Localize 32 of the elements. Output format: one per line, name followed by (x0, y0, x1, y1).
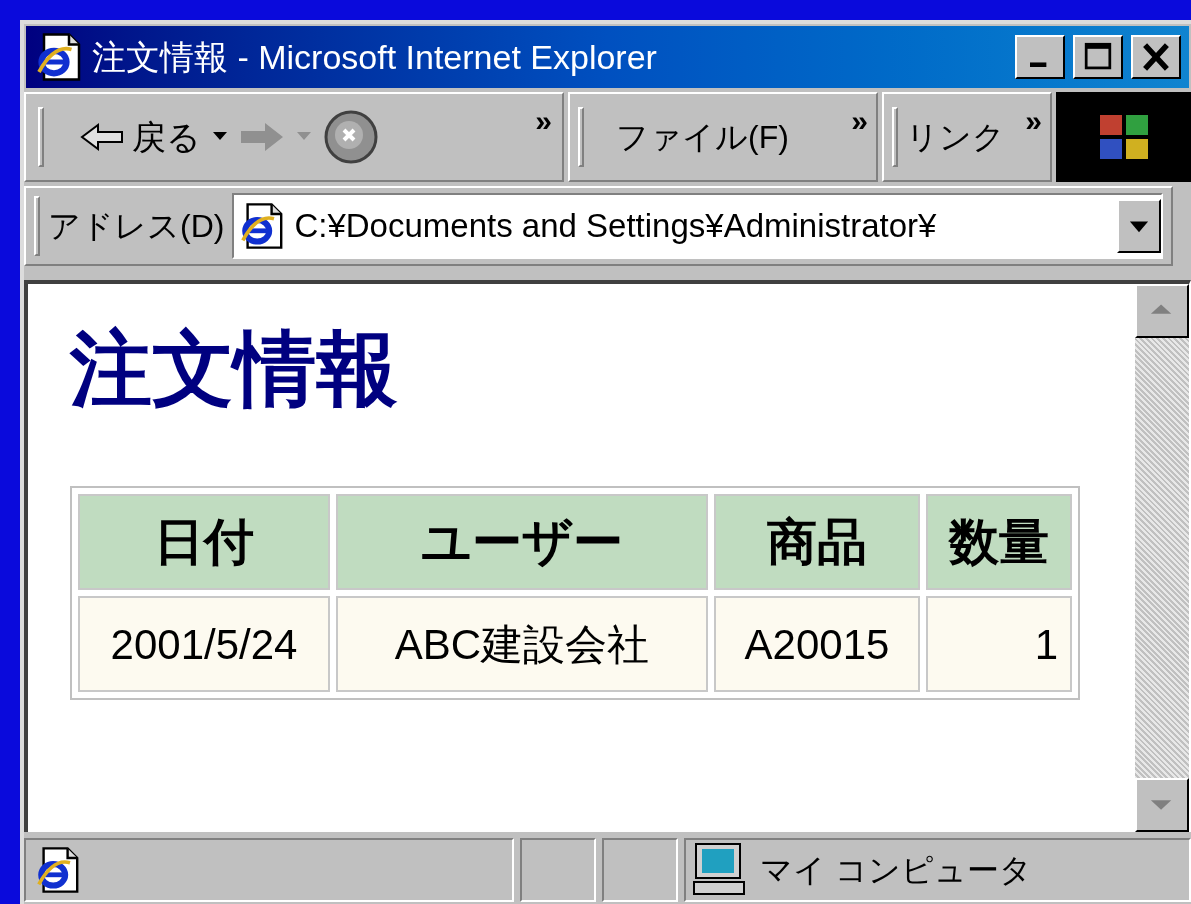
chevron[interactable]: » (535, 98, 552, 143)
chevron[interactable]: » (851, 98, 868, 143)
table-cell: A20015 (714, 596, 920, 692)
stop-icon (323, 109, 379, 165)
minimize-icon[interactable] (1015, 35, 1065, 79)
back-arrow-icon (80, 122, 124, 152)
scrollbar[interactable] (1135, 284, 1189, 832)
scroll-up-icon[interactable] (1135, 284, 1189, 338)
address-field[interactable]: C:¥Documents and Settings¥Administrator¥ (232, 193, 1163, 259)
maximize-icon[interactable] (1073, 35, 1123, 79)
file-menu[interactable]: ファイル(F) (616, 113, 789, 161)
dropdown-caret-icon[interactable] (213, 132, 227, 142)
links-label[interactable]: リンク (906, 113, 1005, 161)
dropdown-caret-icon (297, 132, 311, 142)
scroll-down-icon[interactable] (1135, 778, 1189, 832)
window-title: 注文情報 - Microsoft Internet Explorer (92, 36, 657, 78)
column-header: ユーザー (336, 494, 708, 590)
column-header: 日付 (78, 494, 330, 590)
page-heading: 注文情報 (70, 328, 399, 410)
chevron[interactable]: » (1025, 98, 1042, 143)
table-cell: ABC建設会社 (336, 596, 708, 692)
forward-arrow-icon (239, 120, 285, 154)
computer-icon (690, 842, 748, 898)
zone-label: マイ コンピュータ (760, 851, 1032, 890)
address-label: アドレス(D) (48, 207, 225, 246)
table-cell: 1 (926, 596, 1072, 692)
close-icon[interactable] (1131, 35, 1181, 79)
table-cell: 2001/5/24 (78, 596, 330, 692)
column-header: 数量 (926, 494, 1072, 590)
back-button[interactable]: 戻る (80, 111, 201, 163)
column-header: 商品 (714, 494, 920, 590)
address-text: C:¥Documents and Settings¥Administrator¥ (294, 206, 938, 247)
